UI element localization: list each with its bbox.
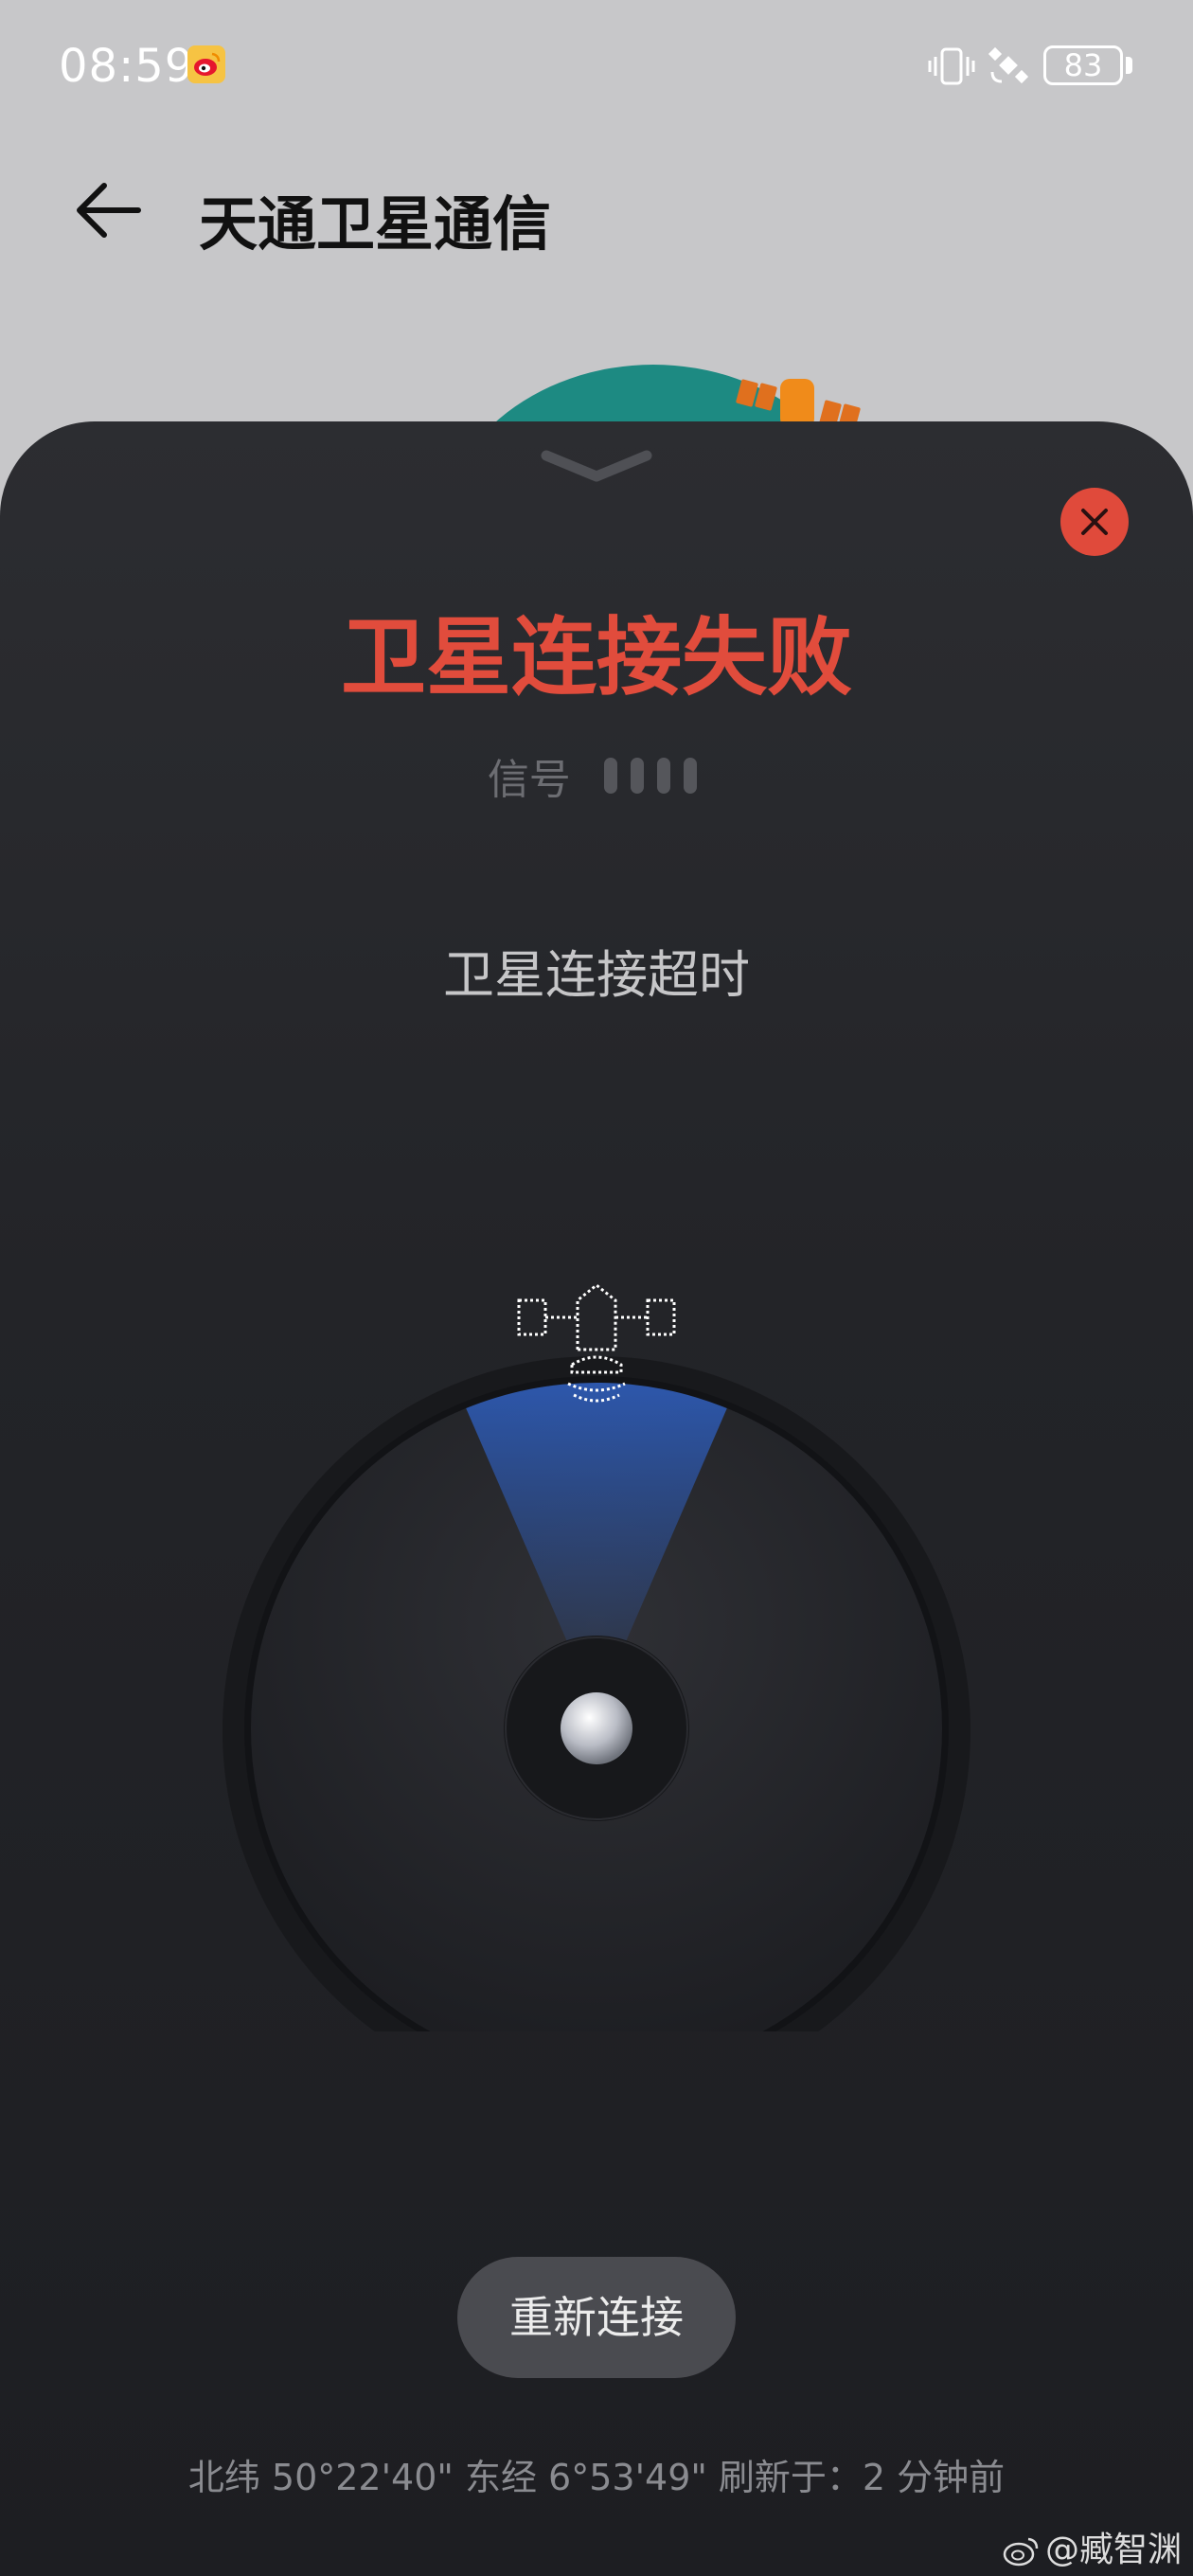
reconnect-button[interactable]: 重新连接 (457, 2257, 736, 2378)
close-button[interactable] (1060, 488, 1129, 556)
satellite-radar (223, 1283, 970, 2031)
status-bar: 08:59 83 (0, 0, 1193, 142)
vibrate-icon (928, 47, 975, 85)
app-bar: 天通卫星通信 (0, 161, 1193, 265)
weibo-icon (187, 45, 225, 83)
signal-bar (631, 758, 644, 794)
location-refresh-text: 北纬 50°22'40" 东经 6°53'49" 刷新于：2 分钟前 (187, 2457, 1006, 2498)
page-title: 天通卫星通信 (199, 189, 552, 259)
signal-bars (603, 758, 705, 794)
collapse-handle-icon[interactable] (541, 448, 652, 486)
watermark-text: @臧智渊 (1044, 2531, 1182, 2569)
weibo-logo-icon (1003, 2537, 1039, 2567)
connection-status-title: 卫星连接失败 (341, 608, 852, 707)
status-detail: 卫星连接超时 (443, 945, 750, 1005)
signal-bar (657, 758, 671, 794)
watermark: @臧智渊 (1002, 2522, 1182, 2571)
status-time: 08:59 (59, 40, 195, 93)
signal-bar (684, 758, 698, 794)
satellite-status-sheet: 卫星连接失败 信号 卫星连接超时 重新连接 北纬 50°22'40" 东经 6°… (0, 421, 1193, 2576)
signal-indicator: 信号 (0, 745, 1193, 804)
close-icon (1081, 509, 1108, 535)
battery-icon: 83 (1043, 45, 1123, 85)
satellite-status-icon (988, 46, 1029, 84)
signal-bar (603, 758, 617, 794)
battery-tip (1126, 57, 1132, 74)
signal-label: 信号 (487, 756, 571, 804)
back-arrow-icon[interactable] (76, 180, 142, 241)
